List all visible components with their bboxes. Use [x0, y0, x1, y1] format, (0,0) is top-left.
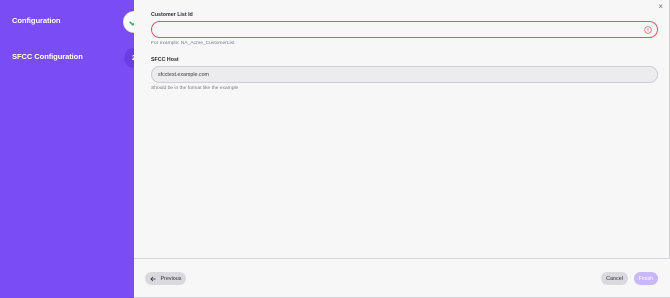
arrow-left-icon	[150, 276, 156, 281]
customer-list-id-input[interactable]	[151, 21, 658, 38]
sfcc-host-hint: Should be in the format like the example	[151, 86, 239, 91]
step-label: Configuration	[12, 16, 61, 25]
cancel-button[interactable]: Cancel	[601, 272, 628, 285]
sfcc-host-label: SFCC Host	[151, 57, 179, 63]
customer-list-id-label: Customer List Id	[151, 12, 193, 18]
wizard-content: × Customer List Id For example: NA_Acme_…	[134, 0, 670, 298]
step-configuration[interactable]: Configuration	[0, 10, 144, 34]
customer-list-id-hint: For example: NA_Acme_CustomerList	[151, 41, 235, 46]
sfcc-host-input[interactable]: sfcctest.example.com	[151, 66, 658, 83]
previous-button[interactable]: Previous	[145, 272, 186, 285]
sfcc-host-value: sfcctest.example.com	[158, 71, 209, 78]
finish-label: Finish	[638, 275, 654, 282]
finish-button[interactable]: Finish	[634, 272, 658, 285]
cancel-label: Cancel	[606, 275, 623, 282]
step-label: SFCC Configuration	[12, 52, 83, 61]
close-icon[interactable]: ×	[658, 2, 663, 12]
wizard-footer: Previous Cancel Finish	[134, 258, 670, 297]
step-sfcc-configuration[interactable]: SFCC Configuration 2	[0, 46, 144, 70]
previous-label: Previous	[160, 275, 182, 282]
wizard-sidebar: Configuration SFCC Configuration 2	[0, 0, 144, 298]
alert-circle-icon	[644, 26, 652, 34]
